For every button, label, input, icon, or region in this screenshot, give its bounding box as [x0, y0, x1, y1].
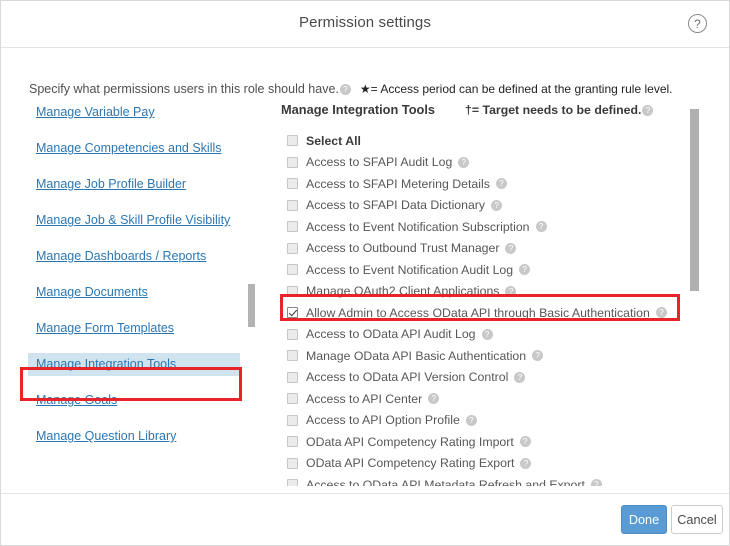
dialog-titlebar: Permission settings ?	[1, 1, 729, 48]
checkbox-icon[interactable]	[287, 178, 298, 189]
permission-row[interactable]: Manage OData API Basic Authentication?	[281, 345, 691, 367]
permission-row[interactable]: Manage OAuth2 Client Applications?	[281, 281, 691, 303]
info-icon[interactable]: ?	[536, 221, 547, 232]
permission-label: Access to OData API Audit Log	[306, 327, 476, 341]
permission-row[interactable]: Access to OData API Metadata Refresh and…	[281, 474, 691, 486]
info-icon[interactable]: ?	[532, 350, 543, 361]
info-icon[interactable]: ?	[591, 479, 602, 486]
permission-row[interactable]: Access to SFAPI Metering Details?	[281, 173, 691, 195]
checkbox-icon[interactable]	[287, 221, 298, 232]
permission-row[interactable]: Select All	[281, 130, 691, 152]
permission-label: Access to OData API Metadata Refresh and…	[306, 478, 585, 486]
sidebar-item-manage-integration-tools[interactable]: Manage Integration Tools	[28, 353, 240, 376]
cancel-button[interactable]: Cancel	[671, 505, 723, 534]
permission-label: Manage OData API Basic Authentication	[306, 349, 526, 363]
permission-label: Access to API Option Profile	[306, 413, 460, 427]
permission-checkbox-list: Select AllAccess to SFAPI Audit Log?Acce…	[281, 130, 691, 486]
permission-label: Access to Outbound Trust Manager	[306, 241, 499, 255]
info-icon[interactable]: ?	[458, 157, 469, 168]
info-icon[interactable]: ?	[428, 393, 439, 404]
permission-row[interactable]: Access to API Center?	[281, 388, 691, 410]
checkbox-icon[interactable]	[287, 458, 298, 469]
info-icon[interactable]: ?	[520, 436, 531, 447]
checkbox-icon[interactable]	[287, 393, 298, 404]
sidebar-item-manage-job-skill-profile-visibility[interactable]: Manage Job & Skill Profile Visibility	[34, 209, 234, 232]
dialog-footer: Done Cancel	[1, 493, 729, 545]
permission-row[interactable]: Access to SFAPI Audit Log?	[281, 152, 691, 174]
permission-categories-sidebar[interactable]: Manage Variable Pay Manage Competencies a…	[1, 101, 251, 486]
permission-label: Access to Event Notification Subscriptio…	[306, 220, 530, 234]
permission-label: Access to SFAPI Data Dictionary	[306, 198, 485, 212]
permission-settings-dialog: Permission settings ? Specify what permi…	[0, 0, 730, 546]
info-icon[interactable]: ?	[491, 200, 502, 211]
permission-label: Access to SFAPI Audit Log	[306, 155, 452, 169]
permission-label: Access to API Center	[306, 392, 422, 406]
sidebar-item-manage-question-library[interactable]: Manage Question Library	[34, 425, 234, 448]
permission-row[interactable]: Access to OData API Version Control?	[281, 367, 691, 389]
checkbox-icon[interactable]	[287, 307, 298, 318]
sidebar-scrollbar[interactable]	[248, 284, 255, 327]
permission-row[interactable]: Access to API Option Profile?	[281, 410, 691, 432]
help-circle-icon[interactable]: ?	[688, 14, 707, 33]
permission-label: Access to SFAPI Metering Details	[306, 177, 490, 191]
info-icon[interactable]: ?	[496, 178, 507, 189]
permission-row[interactable]: Access to Outbound Trust Manager?	[281, 238, 691, 260]
info-icon[interactable]: ?	[505, 286, 516, 297]
checkbox-icon[interactable]	[287, 350, 298, 361]
permission-group-title: Manage Integration Tools	[281, 102, 435, 117]
dialog-subtitle: Specify what permissions users in this r…	[29, 82, 673, 96]
permission-list-panel: Manage Integration Tools †= Target needs …	[281, 101, 691, 486]
info-icon[interactable]: ?	[520, 458, 531, 469]
permission-row[interactable]: Allow Admin to Access OData API through …	[281, 302, 691, 324]
permission-label: Allow Admin to Access OData API through …	[306, 306, 650, 320]
sidebar-item-manage-variable-pay[interactable]: Manage Variable Pay	[34, 101, 234, 124]
subtitle-main-text: Specify what permissions users in this r…	[29, 82, 339, 96]
permission-label: Access to OData API Version Control	[306, 370, 508, 384]
checkbox-icon[interactable]	[287, 157, 298, 168]
info-icon[interactable]: ?	[505, 243, 516, 254]
subtitle-legend-text: ★= Access period can be defined at the g…	[351, 82, 673, 96]
permission-row[interactable]: Access to SFAPI Data Dictionary?	[281, 195, 691, 217]
permission-row[interactable]: Access to OData API Audit Log?	[281, 324, 691, 346]
permission-group-header: Manage Integration Tools †= Target needs …	[281, 101, 691, 126]
sidebar-item-manage-form-templates[interactable]: Manage Form Templates	[34, 317, 234, 340]
permission-row[interactable]: OData API Competency Rating Import?	[281, 431, 691, 453]
info-icon[interactable]: ?	[514, 372, 525, 383]
sidebar-item-manage-goals[interactable]: Manage Goals	[34, 389, 234, 412]
checkbox-icon[interactable]	[287, 264, 298, 275]
checkbox-icon[interactable]	[287, 286, 298, 297]
permission-label: OData API Competency Rating Export	[306, 456, 514, 470]
checkbox-icon[interactable]	[287, 135, 298, 146]
permission-row[interactable]: OData API Competency Rating Export?	[281, 453, 691, 475]
target-note-text: †= Target needs to be defined.	[465, 103, 641, 117]
checkbox-icon[interactable]	[287, 436, 298, 447]
permission-label: OData API Competency Rating Import	[306, 435, 514, 449]
checkbox-icon[interactable]	[287, 200, 298, 211]
checkbox-icon[interactable]	[287, 479, 298, 486]
sidebar-item-manage-documents[interactable]: Manage Documents	[34, 281, 234, 304]
info-icon[interactable]: ?	[519, 264, 530, 275]
info-icon[interactable]: ?	[482, 329, 493, 340]
permission-list-scrollbar-thumb[interactable]	[690, 109, 699, 291]
sidebar-item-manage-competencies-and-skills[interactable]: Manage Competencies and Skills	[34, 137, 234, 160]
sidebar-item-manage-job-profile-builder[interactable]: Manage Job Profile Builder	[34, 173, 234, 196]
sidebar-item-manage-dashboards-reports[interactable]: Manage Dashboards / Reports	[34, 245, 234, 268]
info-icon[interactable]: ?	[656, 307, 667, 318]
permission-row[interactable]: Access to Event Notification Audit Log?	[281, 259, 691, 281]
checkbox-icon[interactable]	[287, 329, 298, 340]
checkbox-icon[interactable]	[287, 372, 298, 383]
permission-label: Select All	[306, 134, 361, 148]
target-note-info-icon[interactable]: ?	[642, 105, 653, 116]
permission-label: Access to Event Notification Audit Log	[306, 263, 513, 277]
done-button[interactable]: Done	[621, 505, 667, 534]
info-icon[interactable]: ?	[466, 415, 477, 426]
permission-row[interactable]: Access to Event Notification Subscriptio…	[281, 216, 691, 238]
info-icon[interactable]: ?	[340, 84, 351, 95]
checkbox-icon[interactable]	[287, 243, 298, 254]
permission-label: Manage OAuth2 Client Applications	[306, 284, 499, 298]
page-title: Permission settings	[1, 14, 729, 31]
checkbox-icon[interactable]	[287, 415, 298, 426]
